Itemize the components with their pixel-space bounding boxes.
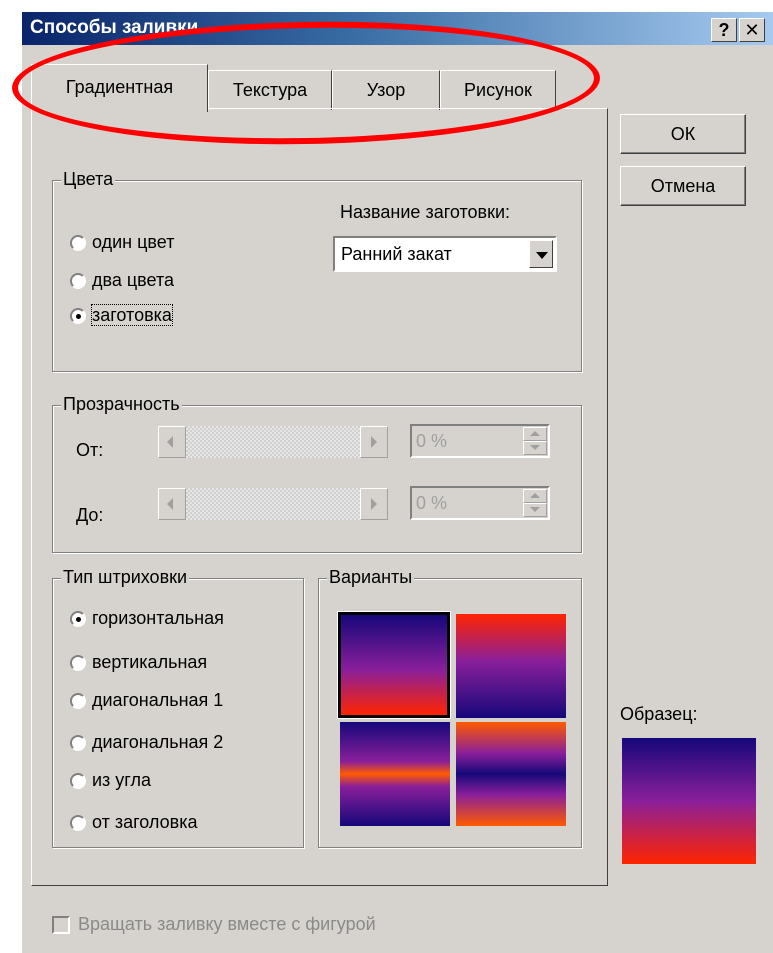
radio-preset[interactable]: заготовка [70,304,173,326]
radio-vertical[interactable]: вертикальная [70,652,207,673]
tab-pattern[interactable]: Узор [332,70,440,110]
variants-legend: Варианты [327,567,415,588]
preset-select-value: Ранний закат [341,244,452,264]
rotate-fill-checkbox[interactable] [52,916,70,934]
to-slider[interactable] [158,488,388,520]
slider-track[interactable] [158,488,388,520]
radio-label: заготовка [91,304,173,326]
radio-circle-icon[interactable] [70,735,86,752]
radio-horizontal[interactable]: горизонтальная [70,608,224,629]
radio-circle-icon[interactable] [70,693,86,710]
variant-swatch-4[interactable] [456,722,566,826]
to-value: 0 % [416,493,448,513]
radio-label: горизонтальная [92,608,224,628]
tab-texture[interactable]: Текстура [208,70,332,110]
radio-one-color[interactable]: один цвет [70,232,174,253]
radio-label: диагональная 2 [92,732,224,752]
radio-circle-icon[interactable] [70,235,86,252]
shading-legend: Тип штриховки [61,567,190,588]
tab-gradient[interactable]: Градиентная [31,64,208,112]
radio-from-corner[interactable]: из угла [70,770,151,791]
colors-legend: Цвета [61,169,116,190]
title-bar: Способы заливки ? ✕ [22,12,773,45]
from-label: От: [76,440,104,460]
radio-diagonal-2[interactable]: диагональная 2 [70,732,223,753]
radio-circle-icon[interactable] [70,815,86,832]
radio-circle-icon[interactable] [70,611,86,628]
close-button[interactable]: ✕ [739,18,765,42]
to-spinbox[interactable]: 0 % [410,486,550,520]
ok-button[interactable]: ОК [620,114,746,154]
from-spinbox[interactable]: 0 % [410,424,550,458]
rotate-fill-label: Вращать заливку вместе с фигурой [78,914,376,934]
from-value: 0 % [416,431,448,451]
radio-label: один цвет [92,232,175,252]
variant-swatch-1[interactable] [337,611,451,719]
spin-up-icon[interactable] [523,427,547,441]
radio-label: вертикальная [92,652,208,672]
help-button[interactable]: ? [711,18,737,42]
radio-circle-icon[interactable] [70,273,86,290]
radio-circle-icon[interactable] [70,308,86,325]
arrow-left-icon[interactable] [158,488,186,520]
transparency-legend: Прозрачность [61,394,182,415]
variant-swatch-3[interactable] [340,722,450,826]
radio-from-title[interactable]: от заголовка [70,812,197,833]
radio-label: от заголовка [92,812,198,832]
radio-circle-icon[interactable] [70,773,86,790]
sample-label: Образец: [620,704,698,724]
slider-track[interactable] [158,426,388,458]
tab-picture[interactable]: Рисунок [440,70,556,110]
spin-down-icon[interactable] [523,441,547,455]
arrow-right-icon[interactable] [360,488,388,520]
cancel-button[interactable]: Отмена [620,166,746,206]
preset-name-label: Название заготовки: [340,202,511,222]
radio-label: из угла [92,770,151,790]
arrow-left-icon[interactable] [158,426,186,458]
radio-diagonal-1[interactable]: диагональная 1 [70,690,223,711]
to-label: До: [76,505,104,525]
chevron-down-icon[interactable] [529,240,553,268]
arrow-right-icon[interactable] [360,426,388,458]
from-slider[interactable] [158,426,388,458]
spin-down-icon[interactable] [523,503,547,517]
variant-swatch-2[interactable] [456,614,566,718]
radio-label: два цвета [92,270,175,290]
spin-up-icon[interactable] [523,489,547,503]
radio-two-colors[interactable]: два цвета [70,270,174,291]
preset-select[interactable]: Ранний закат [333,236,557,272]
radio-label: диагональная 1 [92,690,224,710]
radio-circle-icon[interactable] [70,655,86,672]
sample-preview [622,738,756,864]
dialog-title: Способы заливки [30,17,199,38]
